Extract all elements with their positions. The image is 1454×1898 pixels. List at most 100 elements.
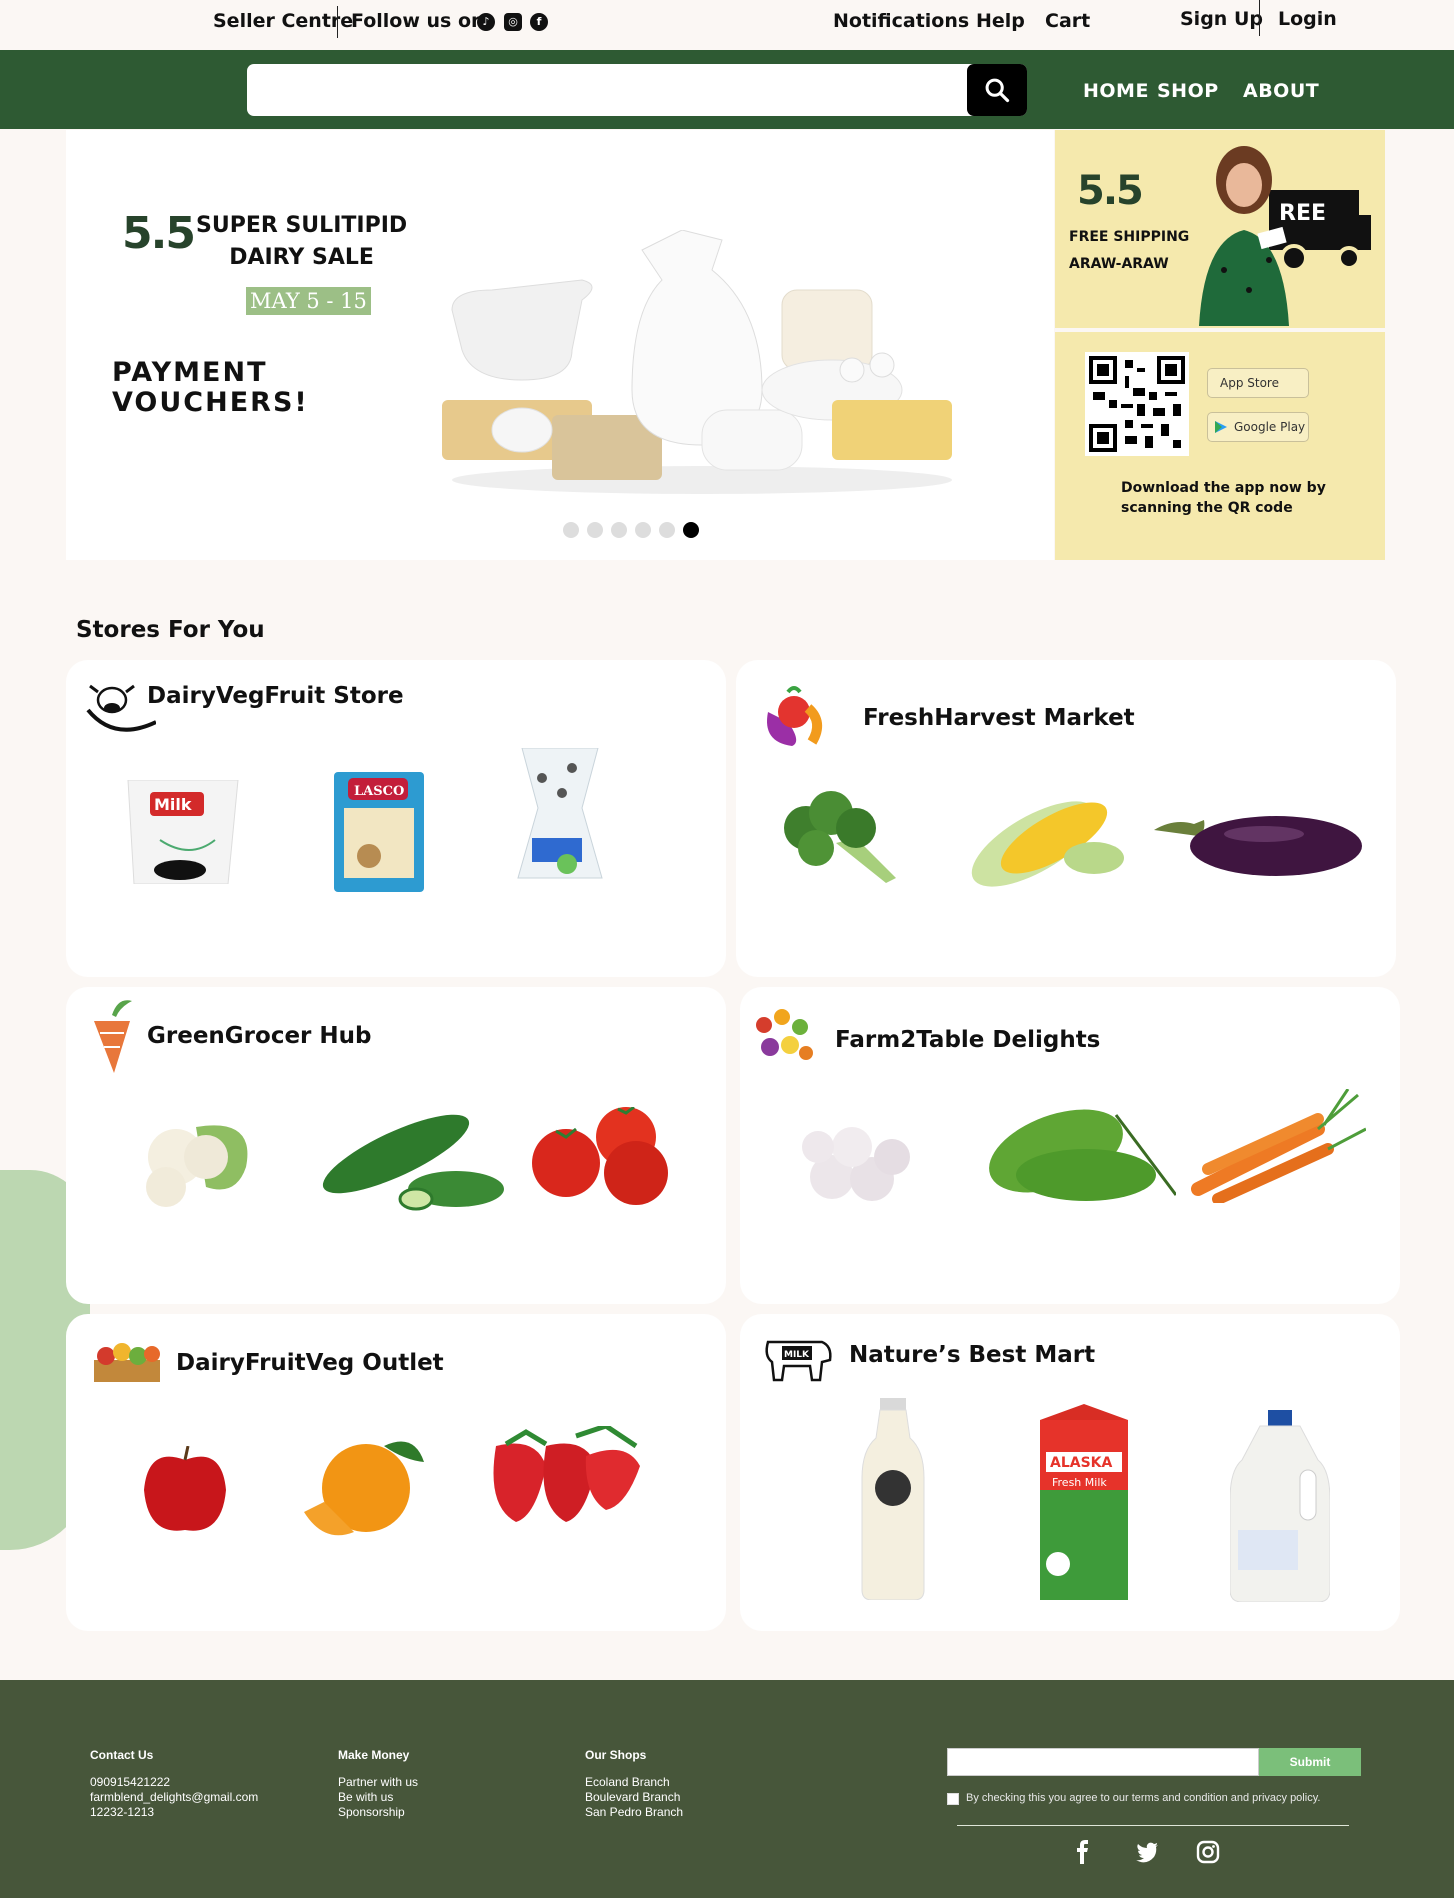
- promo-badge: 5.5: [1077, 168, 1144, 214]
- help-link[interactable]: Help: [976, 10, 1025, 32]
- instagram-icon[interactable]: [1196, 1840, 1220, 1864]
- alaska-milk-carton-image: ALASKA Fresh Milk: [1040, 1404, 1128, 1600]
- contact-phone: 090915421222: [90, 1775, 171, 1789]
- twitter-icon[interactable]: [1135, 1840, 1159, 1864]
- nav-about[interactable]: ABOUT: [1243, 80, 1319, 102]
- footer-link[interactable]: San Pedro Branch: [585, 1805, 683, 1820]
- facebook-icon[interactable]: [1071, 1840, 1095, 1864]
- milk-pack-image: Milk: [127, 780, 239, 884]
- apple-image: [144, 1446, 226, 1531]
- nav-home[interactable]: HOME: [1083, 80, 1149, 102]
- strawberries-image: [493, 1426, 640, 1522]
- store-card[interactable]: DairyVegFruit Store Milk LASCO: [66, 660, 726, 977]
- footer-heading: Our Shops: [585, 1748, 647, 1762]
- search-button[interactable]: [967, 64, 1027, 116]
- store-name[interactable]: FreshHarvest Market: [863, 705, 1135, 731]
- store-card[interactable]: FreshHarvest Market: [736, 660, 1396, 977]
- milk-jug-image: [1230, 1410, 1330, 1602]
- app-download-text: Download the app now by scanning the QR …: [1121, 480, 1326, 516]
- hero-date: MAY 5 - 15: [246, 287, 371, 315]
- store-card[interactable]: GreenGrocer Hub: [66, 987, 726, 1304]
- footer-heading: Contact Us: [90, 1748, 154, 1762]
- svg-text:Milk: Milk: [154, 795, 192, 814]
- qr-code[interactable]: [1085, 352, 1189, 456]
- terms-text: By checking this you agree to our terms …: [966, 1792, 1321, 1804]
- footer-shops: Our Shops Ecoland Branch Boulevard Branc…: [585, 1748, 683, 1820]
- eggplant-image: [1154, 816, 1362, 876]
- tiktok-icon[interactable]: ♪: [477, 13, 495, 31]
- nav-bar: HOME SHOP ABOUT: [0, 50, 1454, 129]
- facebook-icon[interactable]: f: [530, 13, 548, 31]
- contact-email[interactable]: farmblend_delights@gmail.com: [90, 1790, 258, 1805]
- carousel-dot[interactable]: [587, 522, 603, 538]
- hero-vouchers: PAYMENT VOUCHERS!: [112, 357, 309, 418]
- top-bar: Seller Centre Follow us on ♪ ◎ f Notific…: [0, 0, 1454, 50]
- cart-link[interactable]: Cart: [1045, 10, 1090, 32]
- store-card[interactable]: MILK Nature’s Best Mart ALASKA Fresh Mil…: [740, 1314, 1400, 1631]
- submit-button[interactable]: Submit: [1259, 1748, 1361, 1776]
- hero-title: SUPER SULITIPID DAIRY SALE: [196, 213, 408, 270]
- store-name[interactable]: DairyFruitVeg Outlet: [176, 1350, 444, 1376]
- carousel-dot[interactable]: [563, 522, 579, 538]
- carousel-dot[interactable]: [611, 522, 627, 538]
- search-input[interactable]: [259, 64, 959, 116]
- carousel-dot[interactable]: [659, 522, 675, 538]
- terms-checkbox[interactable]: [947, 1793, 959, 1805]
- nav-shop[interactable]: SHOP: [1157, 80, 1219, 102]
- cauliflower-image: [146, 1125, 248, 1207]
- corn-image: [971, 801, 1124, 887]
- hero-badge: 5.5: [122, 208, 196, 259]
- carousel-dots: [563, 522, 699, 538]
- notifications-link[interactable]: Notifications: [833, 10, 969, 32]
- footer-link[interactable]: Partner with us: [338, 1775, 418, 1790]
- instagram-icon[interactable]: ◎: [504, 13, 522, 31]
- google-play-button[interactable]: Google Play: [1207, 412, 1309, 442]
- store-card[interactable]: DairyFruitVeg Outlet: [66, 1314, 726, 1631]
- app-store-button[interactable]: App Store: [1207, 368, 1309, 398]
- store-card[interactable]: Farm2Table Delights: [740, 987, 1400, 1304]
- bitter-gourd-image: [989, 1109, 1176, 1201]
- svg-text:ALASKA: ALASKA: [1050, 1455, 1113, 1471]
- store-name[interactable]: DairyVegFruit Store: [147, 683, 404, 709]
- contact-code: 12232-1213: [90, 1805, 155, 1819]
- search-box: [247, 64, 1027, 116]
- cow-logo-icon: [86, 684, 156, 732]
- dairy-products-image: [442, 230, 952, 494]
- svg-text:MILK: MILK: [784, 1350, 810, 1360]
- garlic-image: [802, 1127, 910, 1201]
- app-download-promo: App Store Google Play Download the app n…: [1055, 332, 1385, 560]
- free-shipping-promo[interactable]: 5.5 FREE SHIPPING ARAW-ARAW REE: [1055, 130, 1385, 328]
- qr-code-image: [1089, 356, 1185, 452]
- footer-make-money: Make Money Partner with us Be with us Sp…: [338, 1748, 418, 1820]
- stores-section-title: Stores For You: [76, 617, 265, 643]
- search-icon: [985, 78, 1010, 103]
- follow-label: Follow us on: [351, 10, 485, 32]
- store-name[interactable]: Farm2Table Delights: [835, 1027, 1100, 1053]
- carrots-image: [1191, 1089, 1366, 1203]
- broccoli-image: [784, 791, 896, 883]
- mozzarella-bag-image: [517, 748, 603, 879]
- footer-link[interactable]: Boulevard Branch: [585, 1790, 683, 1805]
- promo-model-truck-image: REE: [1199, 146, 1371, 326]
- store-name[interactable]: GreenGrocer Hub: [147, 1023, 372, 1049]
- tomatoes-image: [532, 1107, 668, 1205]
- login-link[interactable]: Login: [1278, 8, 1337, 30]
- seller-centre-link[interactable]: Seller Centre: [213, 10, 353, 32]
- hero-carousel[interactable]: 5.5 SUPER SULITIPID DAIRY SALE MAY 5 - 1…: [66, 130, 1054, 560]
- footer-contact: Contact Us 090915421222 farmblend_deligh…: [90, 1748, 258, 1820]
- produce-crate-logo-icon: [94, 1343, 160, 1382]
- carrot-logo-icon: [94, 1000, 132, 1073]
- promo-shipping-text: FREE SHIPPING ARAW-ARAW: [1069, 229, 1190, 272]
- footer-link[interactable]: Be with us: [338, 1790, 418, 1805]
- carousel-dot-active[interactable]: [683, 522, 699, 538]
- store-name[interactable]: Nature’s Best Mart: [849, 1342, 1095, 1368]
- fruit-logo-icon: [767, 686, 823, 746]
- sign-up-link[interactable]: Sign Up: [1180, 8, 1263, 30]
- carousel-dot[interactable]: [635, 522, 651, 538]
- footer: Contact Us 090915421222 farmblend_deligh…: [0, 1680, 1454, 1898]
- footer-link[interactable]: Sponsorship: [338, 1805, 418, 1820]
- fruit-basket-logo-icon: [756, 1009, 813, 1060]
- newsletter-email-input[interactable]: [947, 1748, 1259, 1776]
- cucumber-image: [322, 1114, 504, 1211]
- footer-link[interactable]: Ecoland Branch: [585, 1775, 683, 1790]
